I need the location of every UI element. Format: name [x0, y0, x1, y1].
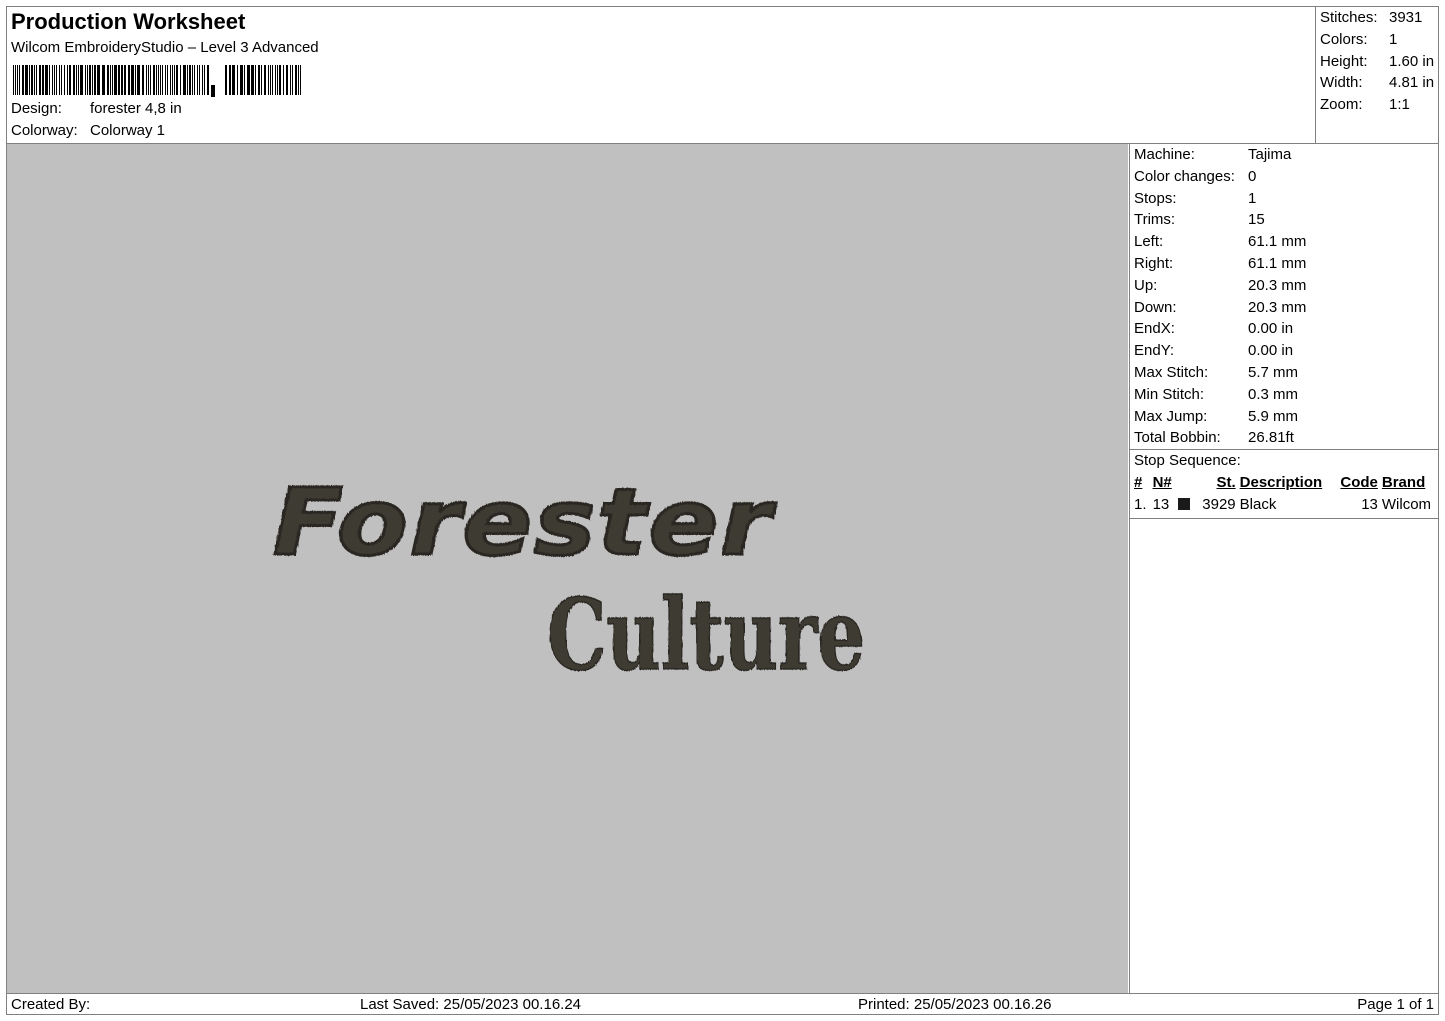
- stop-sequence-caption: Stop Sequence:: [1134, 452, 1241, 470]
- machine-info-row: Min Stitch: 0.3 mm: [1134, 384, 1439, 406]
- design-text-culture: Culture: [546, 577, 866, 694]
- stop-sequence-table: # N# St. Description Code Brand 1. 13 39…: [1130, 472, 1439, 516]
- col-brand: Brand: [1381, 473, 1426, 491]
- stat-zoom: Zoom: 1:1: [1320, 96, 1410, 114]
- design-name: forester 4,8 in: [90, 100, 182, 117]
- machine-info-value: 61.1 mm: [1248, 254, 1307, 272]
- design-preview: Forester Culture: [7, 144, 1128, 993]
- machine-info-list: Machine: Tajima Color changes: 0 Stops: 1 Trim…: [1130, 144, 1439, 451]
- machine-info-label: EndX:: [1134, 320, 1175, 338]
- machine-info-value: 0.3 mm: [1248, 385, 1299, 403]
- machine-info-row: Right: 61.1 mm: [1134, 253, 1439, 275]
- machine-info-value: 0.00 in: [1248, 342, 1294, 360]
- page-title: Production Worksheet: [11, 9, 246, 34]
- row-code: 13: [1361, 495, 1378, 513]
- machine-info-label: Max Jump:: [1134, 407, 1208, 425]
- design-label: Design:: [11, 100, 62, 117]
- last-saved: Last Saved: 25/05/2023 00.16.24: [360, 996, 582, 1013]
- colorway-label: Colorway:: [11, 122, 78, 139]
- machine-info-label: Color changes:: [1134, 167, 1235, 185]
- worksheet-header: Production Worksheet Wilcom EmbroiderySt…: [7, 7, 1438, 144]
- machine-info-row: Total Bobbin: 26.81ft: [1134, 427, 1439, 449]
- machine-info-value: 20.3 mm: [1248, 276, 1307, 294]
- machine-info-value: Tajima: [1248, 146, 1292, 163]
- page-number: Page 1 of 1: [1357, 996, 1434, 1013]
- row-description: Black: [1239, 495, 1277, 513]
- machine-info-value: 26.81ft: [1248, 429, 1294, 447]
- stat-colors: Colors: 1: [1320, 30, 1398, 48]
- machine-info-row: Left: 61.1 mm: [1134, 231, 1439, 253]
- machine-info-row: Color changes: 0: [1134, 166, 1439, 188]
- col-code: Code: [1340, 473, 1378, 491]
- software-name: Wilcom EmbroideryStudio – Level 3 Advanc…: [11, 39, 319, 56]
- machine-info-row: EndY: 0.00 in: [1134, 340, 1439, 362]
- machine-info-label: Total Bobbin:: [1134, 429, 1221, 447]
- col-needle: N#: [1152, 473, 1172, 491]
- barcode: [13, 65, 301, 97]
- stat-stitches: Stitches: 3931: [1320, 9, 1423, 26]
- color-swatch: [1177, 497, 1190, 510]
- machine-info-label: Machine:: [1134, 146, 1195, 163]
- stat-height: Height: 1.60 in: [1320, 52, 1435, 70]
- svg-text:Culture: Culture: [547, 578, 865, 693]
- worksheet-footer: Created By: Last Saved: 25/05/2023 00.16…: [7, 993, 1438, 1015]
- machine-info-row: Up: 20.3 mm: [1134, 275, 1439, 297]
- machine-info-value: 61.1 mm: [1248, 233, 1307, 251]
- colorway-row: Colorway: Colorway 1: [11, 122, 165, 139]
- machine-info-value: 0.00 in: [1248, 320, 1294, 338]
- machine-info-value: 0: [1248, 167, 1257, 185]
- machine-info-row: Down: 20.3 mm: [1134, 297, 1439, 319]
- machine-info-value: 5.7 mm: [1248, 363, 1299, 381]
- table-row: 1. 13 3929 Black 13 Wilcom: [1130, 494, 1439, 516]
- machine-info-row: Max Stitch: 5.7 mm: [1134, 362, 1439, 384]
- machine-info-label: Min Stitch:: [1134, 385, 1205, 403]
- design-stats: Stitches: 3931 Colors: 1 Height: 1.60 in Wi…: [1315, 7, 1439, 143]
- machine-info-value: 1: [1248, 189, 1257, 207]
- machine-info-panel: Machine: Tajima Color changes: 0 Stops: 1 Trim…: [1129, 144, 1439, 993]
- printed-date: Printed: 25/05/2023 00.16.26: [858, 996, 1052, 1013]
- machine-info-label: Max Stitch:: [1134, 363, 1209, 381]
- machine-info-value: 20.3 mm: [1248, 298, 1307, 316]
- machine-info-label: Left:: [1134, 233, 1164, 251]
- svg-text:Forester: Forester: [273, 469, 777, 576]
- created-by: Created By:: [11, 996, 91, 1013]
- stop-sequence-header: # N# St. Description Code Brand: [1130, 472, 1439, 494]
- machine-info-label: Stops:: [1134, 189, 1177, 207]
- row-index: 1.: [1134, 495, 1147, 513]
- design-row: Design: forester 4,8 in: [11, 100, 182, 117]
- machine-info-label: Right:: [1134, 254, 1174, 272]
- machine-info-row: Stops: 1: [1134, 188, 1439, 210]
- machine-info-row: Machine: Tajima: [1134, 144, 1439, 166]
- machine-info-label: EndY:: [1134, 342, 1175, 360]
- col-index: #: [1134, 473, 1143, 491]
- row-brand: Wilcom: [1381, 495, 1432, 513]
- machine-info-row: Max Jump: 5.9 mm: [1134, 406, 1439, 428]
- row-stitches: 3929: [1202, 495, 1236, 513]
- machine-info-label: Down:: [1134, 298, 1177, 316]
- machine-info-value: 5.9 mm: [1248, 407, 1299, 425]
- stat-width: Width: 4.81 in: [1320, 74, 1435, 92]
- row-needle: 13: [1151, 494, 1197, 516]
- production-worksheet: Production Worksheet Wilcom EmbroiderySt…: [6, 6, 1439, 1015]
- machine-info-row: EndX: 0.00 in: [1134, 318, 1439, 340]
- machine-info-label: Trims:: [1134, 211, 1176, 229]
- embroidery-artwork: Forester Culture: [272, 468, 866, 694]
- machine-info-value: 15: [1248, 211, 1265, 229]
- machine-info-row: Trims: 15: [1134, 209, 1439, 231]
- col-description: Description: [1239, 473, 1323, 491]
- colorway-name: Colorway 1: [90, 122, 166, 139]
- machine-info-label: Up:: [1134, 276, 1158, 294]
- design-text-forester: Forester: [272, 468, 777, 578]
- stop-sequence: Stop Sequence: # N# St. Description Code…: [1130, 450, 1439, 519]
- col-stitches: St.: [1216, 473, 1236, 491]
